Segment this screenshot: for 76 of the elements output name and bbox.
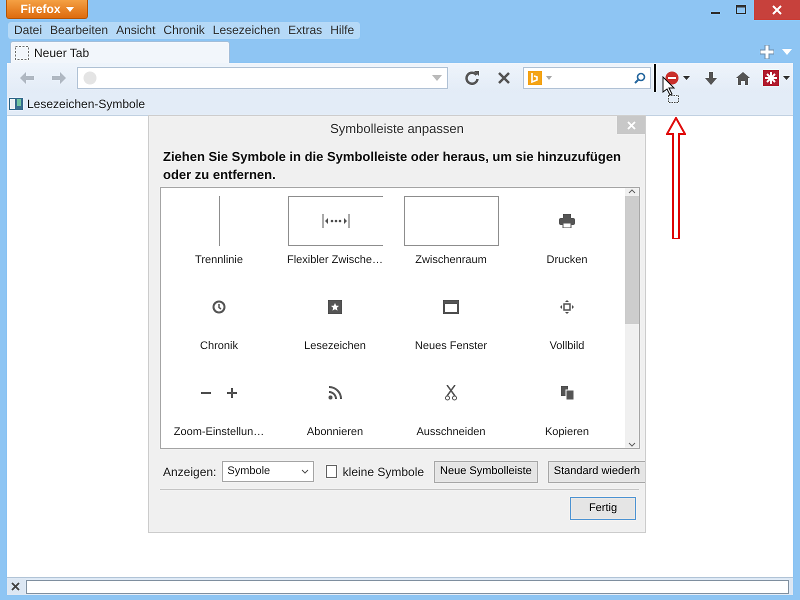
done-button[interactable]: Fertig: [570, 497, 636, 520]
checkbox[interactable]: [326, 465, 337, 478]
dialog-button[interactable]: Standard wiederh: [548, 460, 645, 482]
download-icon: [705, 72, 718, 84]
menu-item[interactable]: Extras: [284, 22, 326, 39]
chevron-down-icon: [301, 469, 310, 474]
dialog-title: Symbolleiste anpassen: [330, 120, 464, 138]
scrollbar[interactable]: [625, 188, 639, 448]
toolbar-item[interactable]: Zoom-Einstellun…: [161, 360, 277, 446]
copy-icon: [560, 386, 574, 400]
minimize-icon: [710, 12, 720, 14]
dropdown-icon: [546, 76, 552, 80]
toolbar-item[interactable]: Lesezeichen: [277, 274, 393, 360]
rss-icon: [328, 386, 342, 400]
browser-tab[interactable]: Neuer Tab: [10, 41, 230, 63]
toolbar-item[interactable]: Abonnieren: [277, 360, 393, 446]
asterisk-icon: [762, 70, 779, 86]
forward-arrow-icon: [52, 72, 66, 84]
back-arrow-icon: [20, 72, 34, 84]
toolbar-item[interactable]: Neues Fenster: [393, 274, 509, 360]
dialog-button[interactable]: Neue Symbolleiste: [434, 460, 538, 482]
toolbar-item[interactable]: Vollbild: [509, 274, 625, 360]
url-field[interactable]: [76, 67, 448, 89]
toolbar-item[interactable]: Drucken: [509, 188, 625, 274]
find-close-button[interactable]: [11, 582, 20, 591]
toolbar-item[interactable]: Trennlinie: [161, 188, 277, 274]
search-engine-icon: [528, 71, 542, 85]
maximize-icon: [736, 5, 746, 15]
close-button[interactable]: [754, 0, 800, 20]
printer-icon: [559, 214, 575, 228]
scroll-down-icon: [628, 442, 636, 448]
drop-indicator: [654, 64, 656, 92]
menu-item[interactable]: Hilfe: [326, 22, 358, 39]
window-icon: [443, 300, 459, 314]
new-tab-icon: [760, 45, 774, 59]
scrollbar-thumb[interactable]: [625, 196, 639, 324]
menu-item[interactable]: Bearbeiten: [46, 22, 112, 39]
flexible-space-icon: [322, 214, 350, 228]
caret-icon: [782, 76, 790, 80]
toolbar-item[interactable]: Zwischenraum: [393, 188, 509, 274]
menu-item[interactable]: Chronik: [159, 22, 209, 39]
show-dropdown[interactable]: Symbole: [222, 461, 314, 482]
checkbox-label: kleine Symbole: [342, 464, 424, 480]
clock-icon: [212, 300, 226, 314]
show-label: Anzeigen:: [163, 464, 216, 480]
menu-item[interactable]: Lesezeichen: [208, 22, 284, 39]
tab-list-icon: [782, 49, 792, 55]
home-icon: [736, 72, 750, 84]
plus-icon: [227, 388, 237, 398]
blank-page-icon: [15, 46, 29, 60]
find-field[interactable]: [26, 580, 789, 594]
fullscreen-icon: [560, 300, 574, 314]
menu-item[interactable]: Ansicht: [112, 22, 160, 39]
bookmark-star-icon: [328, 300, 342, 314]
toolbar-item[interactable]: Chronik: [161, 274, 277, 360]
scissors-icon: [445, 385, 457, 401]
caret-icon: [682, 76, 690, 80]
menu-item[interactable]: Datei: [10, 22, 46, 39]
globe-icon: [82, 71, 97, 85]
drag-cursor-icon: [662, 76, 680, 104]
bookmark-folder[interactable]: Lesezeichen-Symbole: [9, 95, 146, 113]
toolbar-item[interactable]: Flexibler Zwische…: [277, 188, 393, 274]
separator-preview: [218, 196, 220, 246]
search-field[interactable]: [523, 67, 651, 89]
search-icon: [634, 72, 646, 84]
instruction-text: Ziehen Sie Symbole in die Symbolleiste oder heraus, um sie hinzuzufügen oder zu entfernen.: [162, 148, 622, 184]
close-icon: [11, 582, 20, 591]
stop-icon: [498, 72, 510, 84]
close-icon: [626, 120, 636, 130]
dropdown-icon: [432, 75, 442, 81]
close-icon: [772, 5, 782, 15]
reload-icon: [465, 71, 480, 85]
caret-icon: [66, 6, 74, 12]
toolbar-item[interactable]: Ausschneiden: [393, 360, 509, 446]
scroll-up-icon: [628, 188, 636, 194]
toolbar-item[interactable]: Kopieren: [509, 360, 625, 446]
